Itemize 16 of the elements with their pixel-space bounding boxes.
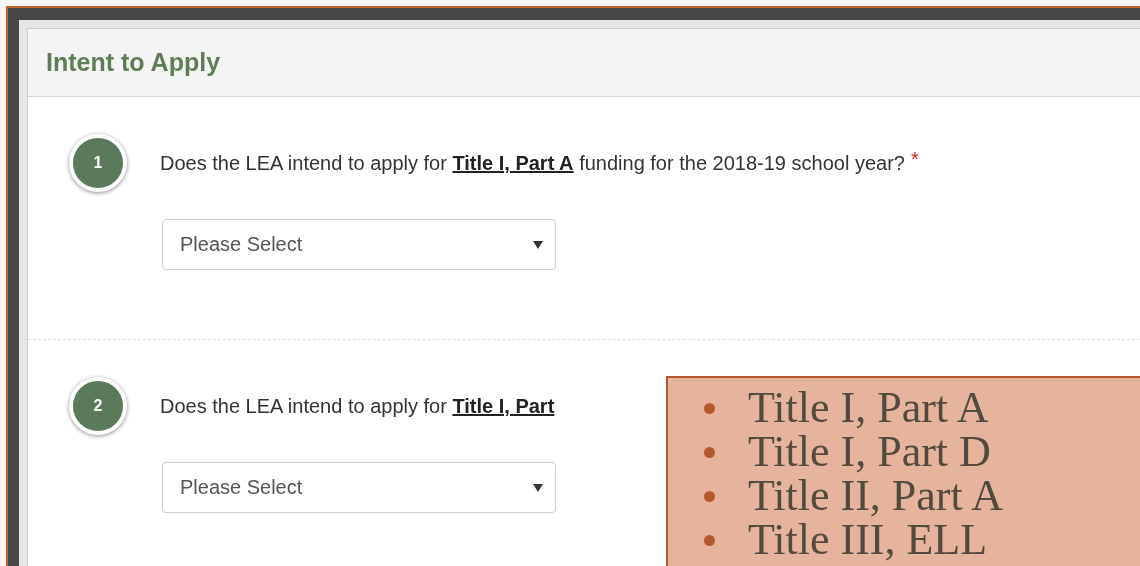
list-item: Title III, ELL: [748, 518, 988, 562]
list-item: Title I, Part A: [748, 386, 989, 430]
bullet-icon: [704, 490, 715, 502]
question-text: Does the LEA intend to apply for Title I, Part: [160, 394, 555, 417]
list-item: Title II, Part A: [748, 474, 1004, 518]
panel-title: Intent to Apply: [46, 48, 221, 77]
dropdown-field[interactable]: Please Select: [162, 219, 556, 270]
list-item: Title I, Part D: [748, 430, 991, 474]
dropdown-field[interactable]: Please Select: [162, 462, 556, 513]
question-text: Does the LEA intend to apply for Title I, Part A funding for the 2018-19 school year?: [160, 151, 905, 174]
bullet-icon: [704, 402, 715, 414]
caret-icon: [533, 483, 543, 492]
required-asterisk: *: [910, 147, 919, 170]
bullet-icon: [704, 446, 715, 458]
bullet-icon: [704, 534, 715, 546]
caret-icon: [533, 240, 543, 249]
